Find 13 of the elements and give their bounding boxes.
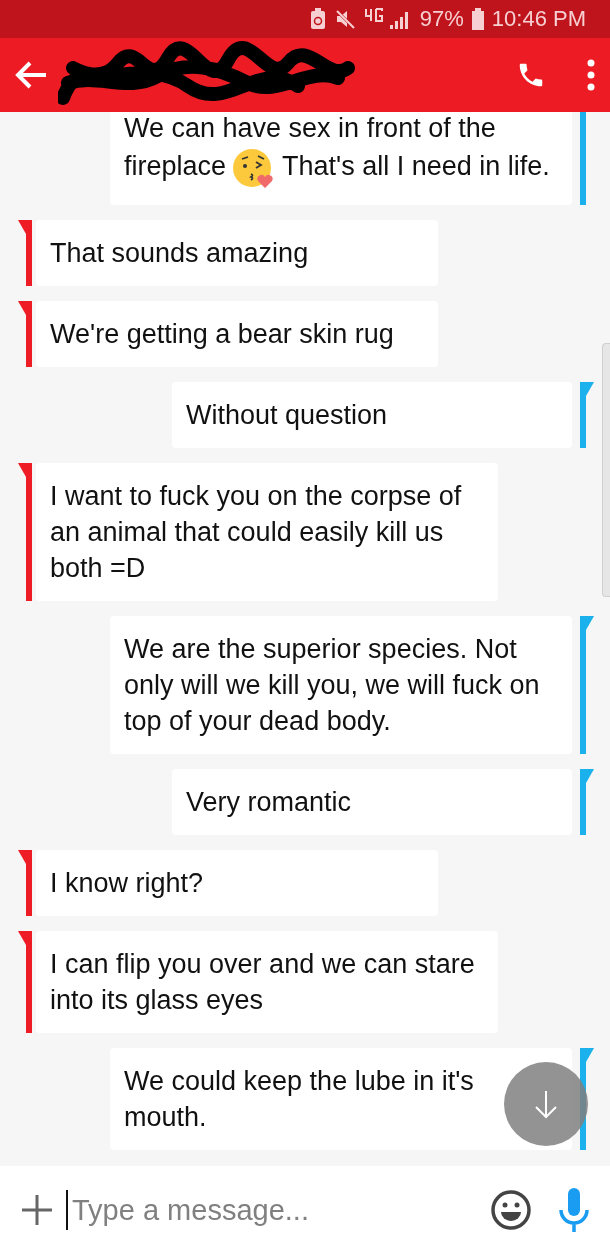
message-bubble: Very romantic [172,769,572,835]
message-bubble: Without question [172,382,572,448]
clock-time: 10:46 PM [491,6,586,32]
message-bubble: We're getting a bear skin rug [36,301,438,367]
message-bubble: We can have sex in front of the fireplace That's all I need in life. [110,112,572,205]
message-bubble: We are the superior species. Not only will we kill you, we will fuck on top of your dead body. [110,616,572,754]
battery-percentage: 97% [419,6,464,32]
message-bubble: I know right? [36,850,438,916]
message-bubble: We could keep the lube in it's mouth. [110,1048,572,1150]
message-bubble: I want to fuck you on the corpse of an animal that could easily kill us both =D [36,463,498,601]
message-bubble: That sounds amazing [36,220,438,286]
message-input-field[interactable]: Type a message... [66,1190,478,1230]
message-bubble: I can flip you over and we can stare into its glass eyes [36,931,498,1033]
